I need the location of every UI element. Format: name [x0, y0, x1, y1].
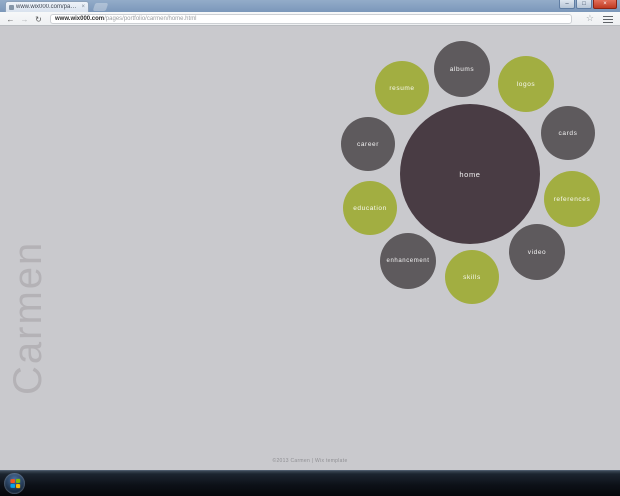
nav-circle-enhancement[interactable]: enhancement — [380, 233, 436, 289]
nav-circle-skills[interactable]: skills — [445, 250, 499, 304]
taskbar: e W Ps Fc 2:40 PM 4/12/201 — [0, 470, 620, 496]
page-viewport: Carmen home albums logos cards reference… — [0, 27, 620, 470]
url-path: /pages/portfolio/carmen/home.html — [104, 16, 197, 22]
tab-favicon-icon — [9, 4, 14, 10]
nav-circle-cards[interactable]: cards — [541, 106, 595, 160]
maximize-button[interactable]: □ — [576, 0, 592, 9]
close-button[interactable]: × — [593, 0, 617, 9]
new-tab-button[interactable] — [92, 3, 109, 11]
screen: www.wix000.com/page... × – □ × ← → ↻ www… — [0, 0, 620, 496]
nav-circle-albums[interactable]: albums — [434, 41, 490, 97]
windows-flag-icon — [9, 478, 20, 489]
nav-circle-education[interactable]: education — [343, 181, 397, 235]
forward-icon[interactable]: → — [19, 14, 30, 25]
url-domain: www.wix000.com — [55, 16, 105, 22]
nav-circle-home[interactable]: home — [400, 104, 540, 244]
nav-circle-resume[interactable]: resume — [375, 61, 429, 115]
tab-close-icon[interactable]: × — [81, 4, 85, 10]
nav-circle-video[interactable]: video — [509, 224, 565, 280]
window-controls: – □ × — [559, 0, 617, 9]
minimize-button[interactable]: – — [559, 0, 575, 9]
bookmark-star-icon[interactable]: ☆ — [586, 13, 594, 24]
browser-titlebar: www.wix000.com/page... × – □ × — [0, 0, 620, 12]
browser-tab[interactable]: www.wix000.com/page... × — [5, 1, 89, 12]
watermark-name: Carmen — [6, 240, 50, 395]
back-icon[interactable]: ← — [5, 14, 16, 25]
chrome-menu-icon[interactable] — [603, 16, 613, 23]
browser-toolbar: ← → ↻ www.wix000.com/pages/portfolio/car… — [0, 12, 620, 26]
nav-circle-references[interactable]: references — [544, 171, 600, 227]
tab-title: www.wix000.com/page... — [16, 4, 80, 10]
nav-circle-logos[interactable]: logos — [498, 56, 554, 112]
reload-icon[interactable]: ↻ — [33, 14, 44, 25]
nav-circle-career[interactable]: career — [341, 117, 395, 171]
address-bar[interactable]: www.wix000.com/pages/portfolio/carmen/ho… — [50, 14, 572, 24]
start-button[interactable] — [4, 473, 25, 494]
page-footer: ©2013 Carmen | Wix template — [272, 458, 348, 464]
